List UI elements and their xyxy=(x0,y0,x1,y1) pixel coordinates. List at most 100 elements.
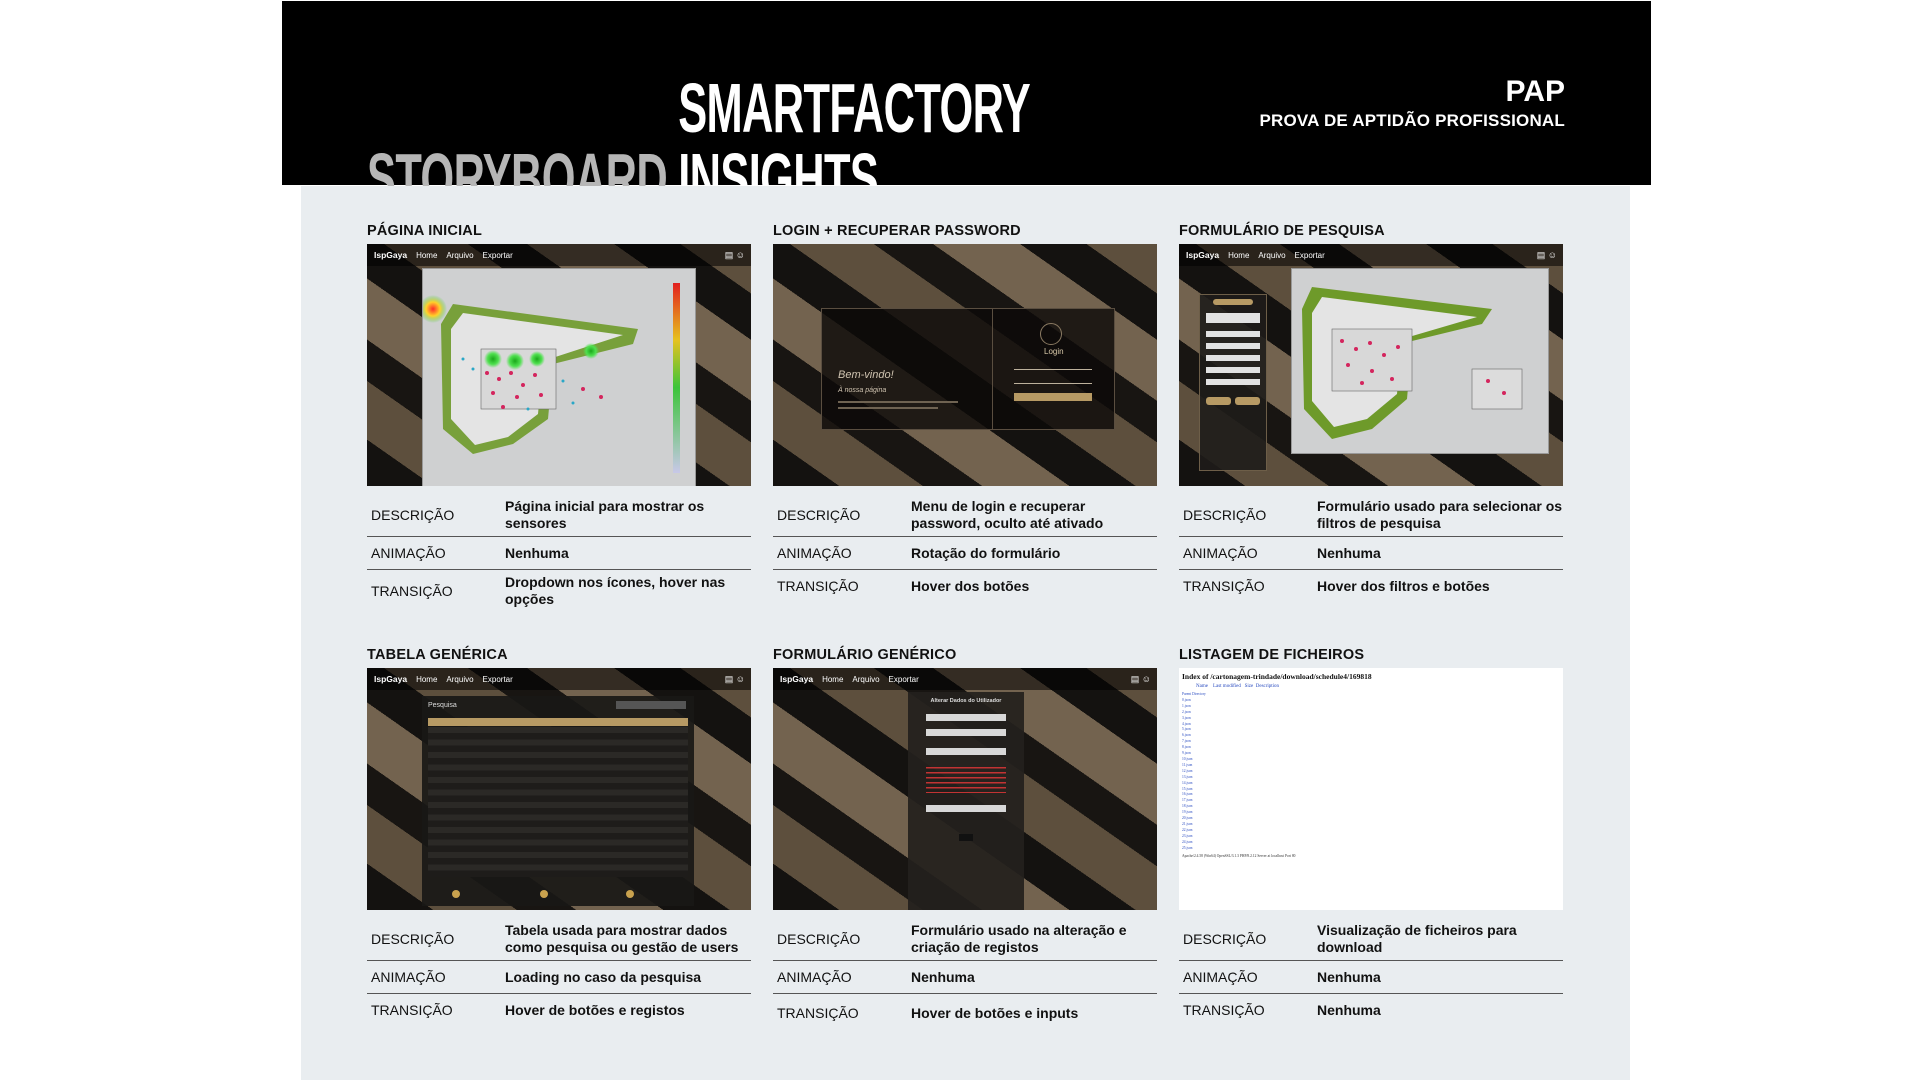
nav-exportar: Exportar xyxy=(888,674,919,684)
card-info-table: DESCRIÇÃO Tabela usada para mostrar dado… xyxy=(367,918,751,1026)
parent-directory-text: Parent Directory xyxy=(1182,692,1206,696)
printer-icon: ▤ xyxy=(724,673,734,684)
printer-icon: ▤ xyxy=(724,249,734,260)
value-transicao: Hover de botões e registos xyxy=(505,1001,685,1018)
label-descricao: DESCRIÇÃO xyxy=(1183,507,1267,523)
welcome-line xyxy=(838,407,938,409)
generic-form-panel: Alterar Dados do Utilizador xyxy=(908,692,1024,910)
filter-field xyxy=(1206,331,1260,337)
password-requirements xyxy=(926,767,1006,793)
label-animacao: ANIMAÇÃO xyxy=(777,969,852,985)
row-animacao: ANIMAÇÃO Nenhuma xyxy=(367,537,751,570)
card-listagem-ficheiros: LISTAGEM DE FICHEIROS Index of /cartonag… xyxy=(1179,644,1563,1026)
login-form-panel: Login xyxy=(992,309,1114,429)
card-title: LOGIN + RECUPERAR PASSWORD xyxy=(773,223,1021,239)
login-heading: Login xyxy=(1044,347,1064,356)
form-title: Alterar Dados do Utilizador xyxy=(930,698,1002,704)
column-modified-link: Last modified xyxy=(1212,684,1241,689)
row-descricao: DESCRIÇÃO Formulário usado na alteração … xyxy=(773,918,1157,961)
table-filter-select xyxy=(616,701,686,709)
file-link: 8.json xyxy=(1182,745,1191,750)
value-descricao: Formulário usado na alteração e criação … xyxy=(911,922,1127,955)
card-title: PÁGINA INICIAL xyxy=(367,223,483,239)
card-pagina-inicial: PÁGINA INICIAL IspGaya Home Arquivo Expo… xyxy=(367,220,751,612)
file-link: 11.json xyxy=(1182,762,1193,767)
row-animacao: ANIMAÇÃO Nenhuma xyxy=(1179,961,1563,994)
value-animacao: Nenhuma xyxy=(911,968,975,985)
nav-exportar: Exportar xyxy=(1294,250,1325,260)
filter-field xyxy=(1206,367,1260,373)
nav-exportar: Exportar xyxy=(482,250,513,260)
label-descricao: DESCRIÇÃO xyxy=(777,931,861,947)
login-dialog: Bem-vindo! À nossa página Login xyxy=(821,308,1115,430)
card-info-table: DESCRIÇÃO Formulário usado para selecion… xyxy=(1179,494,1563,602)
row-transicao: TRANSIÇÃO Hover de botões e registos xyxy=(367,994,751,1026)
row-descricao: DESCRIÇÃO Tabela usada para mostrar dado… xyxy=(367,918,751,961)
card-formulario-pesquisa: FORMULÁRIO DE PESQUISA IspGaya Home Arqu… xyxy=(1179,220,1563,602)
file-link: 14.json xyxy=(1182,780,1193,785)
submit-button xyxy=(959,834,973,841)
user-icon: ☺ xyxy=(735,673,745,684)
filter-title-pill xyxy=(1213,299,1253,305)
card-title: LISTAGEM DE FICHEIROS xyxy=(1179,647,1365,663)
search-filter-form xyxy=(1199,294,1267,471)
user-icon: ☺ xyxy=(1547,249,1557,260)
filter-field xyxy=(1206,379,1260,385)
row-transicao: TRANSIÇÃO Hover dos botões xyxy=(773,570,1157,602)
header-banner: STORYBOARD SMARTFACTORY INSIGHTS PAP PRO… xyxy=(282,1,1651,213)
file-link: 13.json xyxy=(1182,774,1193,779)
row-animacao: ANIMAÇÃO Nenhuma xyxy=(773,961,1157,994)
pap-subtitle: PROVA DE APTIDÃO PROFISSIONAL xyxy=(1259,111,1565,130)
password-field xyxy=(1014,383,1092,384)
value-transicao: Hover dos botões xyxy=(911,577,1030,594)
file-list: 0.json 1.json 2.json 3.json 4.json 5.json 6.js… xyxy=(1182,698,1560,852)
file-link: 0.json xyxy=(1182,697,1191,702)
card-formulario-generico: FORMULÁRIO GENÉRICO IspGaya Home Arquivo… xyxy=(773,644,1157,1032)
column-description-link: Description xyxy=(1255,684,1280,689)
file-link: 23.json xyxy=(1182,833,1193,838)
row-transicao: TRANSIÇÃO Dropdown nos ícones, hover nas… xyxy=(367,570,751,612)
file-link: 6.json xyxy=(1182,733,1191,738)
file-link: 25.json xyxy=(1182,845,1193,850)
navbar-icons: ▤ ☺ xyxy=(1537,250,1557,261)
generic-table-panel: Pesquisa xyxy=(422,696,694,906)
welcome-subtitle: À nossa página xyxy=(838,387,887,394)
file-link: 17.json xyxy=(1182,798,1193,803)
navbar-icons: ▤ ☺ xyxy=(725,674,745,685)
table-body-rows xyxy=(428,727,688,877)
card-info-table: DESCRIÇÃO Visualização de ficheiros para… xyxy=(1179,918,1563,1026)
row-animacao: ANIMAÇÃO Nenhuma xyxy=(1179,537,1563,570)
app-navbar: IspGaya Home Arquivo Exportar ▤ ☺ xyxy=(1179,244,1563,266)
app-logo: IspGaya xyxy=(1186,250,1220,260)
username-field xyxy=(1014,369,1092,370)
label-descricao: DESCRIÇÃO xyxy=(1183,931,1267,947)
card-title: FORMULÁRIO GENÉRICO xyxy=(773,647,957,663)
factory-heatmap xyxy=(422,268,696,486)
label-transicao: TRANSIÇÃO xyxy=(371,1002,453,1018)
file-link: 19.json xyxy=(1182,810,1193,815)
row-animacao: ANIMAÇÃO Loading no caso da pesquisa xyxy=(367,961,751,994)
label-transicao: TRANSIÇÃO xyxy=(1183,578,1265,594)
value-descricao: Visualização de ficheiros para download xyxy=(1317,922,1517,955)
card-login: LOGIN + RECUPERAR PASSWORD Bem-vindo! À … xyxy=(773,220,1157,602)
nav-home: Home xyxy=(822,674,844,684)
file-link: 21.json xyxy=(1182,821,1193,826)
form-input xyxy=(926,714,1006,721)
row-transicao: TRANSIÇÃO Hover de botões e inputs xyxy=(773,994,1157,1032)
value-animacao: Nenhuma xyxy=(1317,968,1381,985)
app-logo: IspGaya xyxy=(374,674,408,684)
label-descricao: DESCRIÇÃO xyxy=(371,931,455,947)
value-animacao: Nenhuma xyxy=(505,544,569,561)
nav-home: Home xyxy=(1228,250,1250,260)
label-animacao: ANIMAÇÃO xyxy=(1183,969,1258,985)
row-transicao: TRANSIÇÃO Hover dos filtros e botões xyxy=(1179,570,1563,602)
printer-icon: ▤ xyxy=(1536,249,1546,260)
value-transicao: Dropdown nos ícones, hover nas opções xyxy=(505,574,726,607)
row-descricao: DESCRIÇÃO Visualização de ficheiros para… xyxy=(1179,918,1563,961)
card-info-table: DESCRIÇÃO Página inicial para mostrar os… xyxy=(367,494,751,612)
screenshot-search-form: IspGaya Home Arquivo Exportar ▤ ☺ xyxy=(1179,244,1563,486)
label-animacao: ANIMAÇÃO xyxy=(1183,545,1258,561)
login-welcome-panel: Bem-vindo! À nossa página xyxy=(822,309,993,429)
printer-icon: ▤ xyxy=(1130,673,1140,684)
login-button xyxy=(1014,393,1092,401)
